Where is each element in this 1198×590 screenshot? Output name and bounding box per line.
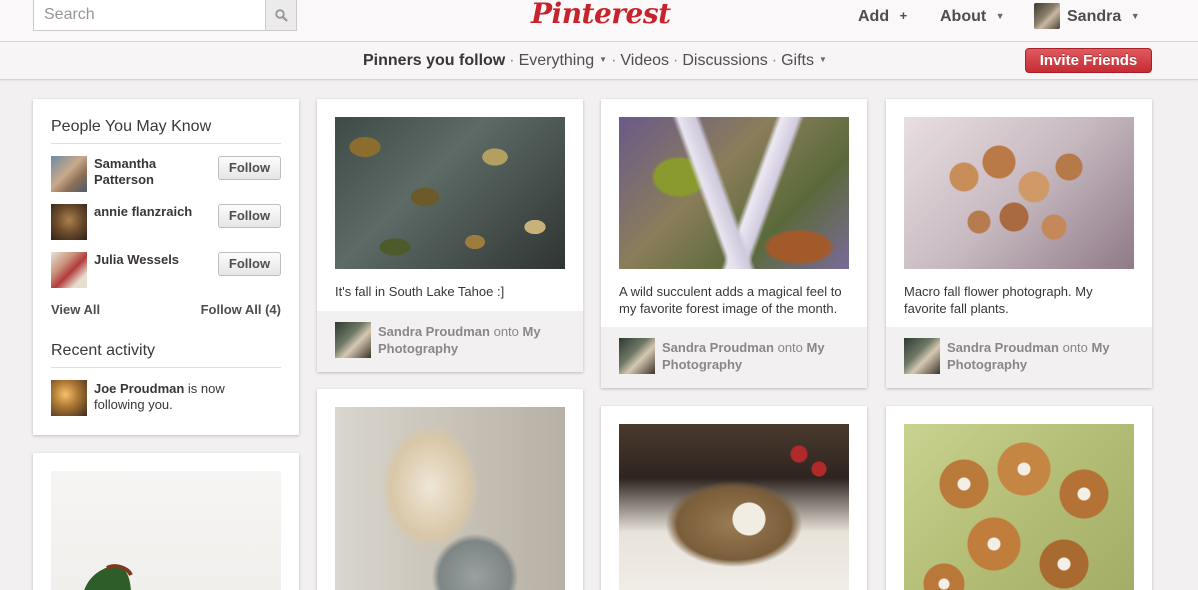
top-bar: Pinterest Add + About ▼ Sandra ▼ [0, 0, 1198, 42]
people-you-may-know-title: People You May Know [51, 118, 212, 135]
add-label: Add [858, 8, 890, 25]
ad-card [33, 453, 299, 590]
invite-friends-button[interactable]: Invite Friends [1025, 48, 1152, 73]
avatar[interactable] [51, 380, 87, 416]
nav-discussions[interactable]: Discussions [682, 52, 767, 69]
avatar[interactable] [51, 252, 87, 288]
pinner-name[interactable]: Sandra Proudman [662, 340, 774, 355]
divider [51, 143, 281, 144]
follow-button[interactable]: Follow [218, 204, 281, 228]
follow-button[interactable]: Follow [218, 156, 281, 180]
avatar[interactable] [51, 156, 87, 192]
view-all-link[interactable]: View All [51, 302, 100, 317]
pinner-name[interactable]: Sandra Proudman [947, 340, 1059, 355]
avatar[interactable] [904, 338, 940, 374]
pin-image[interactable] [904, 117, 1134, 269]
nav-pinners-you-follow[interactable]: Pinners you follow [363, 52, 505, 69]
pin-card: It's fall in South Lake Tahoe :] Sandra … [317, 99, 583, 372]
nav-gifts-label: Gifts [781, 52, 814, 69]
attribution-text: Sandra Proudman onto My Photography [378, 323, 558, 357]
search-button[interactable] [265, 0, 297, 31]
pinner-name[interactable]: Sandra Proudman [378, 324, 490, 339]
activity-item: Joe Proudman is now following you. [94, 381, 264, 413]
sidebar-card: People You May Know Samantha Patterson F… [33, 99, 299, 435]
suggested-person: Samantha Patterson Follow [51, 156, 281, 196]
category-nav: Pinners you follow · Everything ▼ · Videos · Di… [363, 52, 827, 69]
about-label: About [940, 8, 987, 25]
pin-attribution: Sandra Proudman onto My Photography [317, 311, 583, 372]
suggested-person: annie flanzraich Follow [51, 204, 281, 244]
person-name[interactable]: Samantha Patterson [94, 156, 214, 188]
follow-button[interactable]: Follow [218, 252, 281, 276]
pin-image[interactable] [619, 117, 849, 269]
avatar[interactable] [1034, 3, 1060, 29]
nav-videos[interactable]: Videos [620, 52, 669, 69]
pin-description: It's fall in South Lake Tahoe :] [335, 284, 505, 299]
search-input[interactable] [33, 0, 266, 31]
chevron-down-icon: ▼ [599, 55, 608, 64]
chevron-down-icon: ▼ [1130, 11, 1140, 21]
pin-image[interactable] [51, 471, 281, 590]
pin-description: A wild succulent adds a magical feel to … [619, 284, 842, 316]
onto-label: onto [777, 340, 803, 355]
nav-everything-label: Everything [518, 52, 595, 69]
user-menu[interactable]: Sandra ▼ [1067, 8, 1140, 26]
person-name[interactable]: Julia Wessels [94, 252, 214, 268]
pin-card: Macro fall flower photograph. My favorit… [886, 99, 1152, 388]
onto-label: onto [1062, 340, 1088, 355]
nav-gifts[interactable]: Gifts ▼ [781, 52, 827, 69]
avatar[interactable] [619, 338, 655, 374]
pin-image[interactable] [335, 407, 565, 590]
pin-card: A wild succulent adds a magical feel to … [601, 99, 867, 388]
attribution-text: Sandra Proudman onto My Photography [947, 339, 1127, 373]
pin-card [601, 406, 867, 590]
pin-card [886, 406, 1152, 590]
chevron-down-icon: ▼ [818, 55, 827, 64]
sub-navigation: Pinners you follow · Everything ▼ · Videos · Di… [0, 42, 1198, 80]
suggested-person: Julia Wessels Follow [51, 252, 281, 292]
pin-attribution: Sandra Proudman onto My Photography [601, 327, 867, 388]
avatar[interactable] [51, 204, 87, 240]
add-menu[interactable]: Add + [858, 8, 907, 26]
pin-attribution: Sandra Proudman onto My Photography [886, 327, 1152, 388]
about-menu[interactable]: About ▼ [940, 8, 1005, 26]
attribution-text: Sandra Proudman onto My Photography [662, 339, 842, 373]
pin-description: Macro fall flower photograph. My favorit… [904, 284, 1093, 316]
vase-image [84, 564, 133, 590]
pin-card [317, 389, 583, 590]
search-icon [274, 8, 288, 22]
recent-activity-title: Recent activity [51, 342, 156, 359]
activity-actor[interactable]: Joe Proudman [94, 381, 184, 396]
divider [51, 367, 281, 368]
follow-all-link[interactable]: Follow All (4) [201, 302, 281, 317]
chevron-down-icon: ▼ [995, 11, 1005, 21]
pin-image[interactable] [335, 117, 565, 269]
pinterest-logo[interactable]: Pinterest [531, 0, 671, 35]
nav-everything[interactable]: Everything ▼ [519, 52, 608, 69]
plus-icon: + [899, 8, 908, 23]
person-name[interactable]: annie flanzraich [94, 204, 214, 220]
pin-image[interactable] [619, 424, 849, 590]
avatar[interactable] [335, 322, 371, 358]
pin-image[interactable] [904, 424, 1134, 590]
onto-label: onto [493, 324, 519, 339]
user-name: Sandra [1067, 8, 1122, 25]
